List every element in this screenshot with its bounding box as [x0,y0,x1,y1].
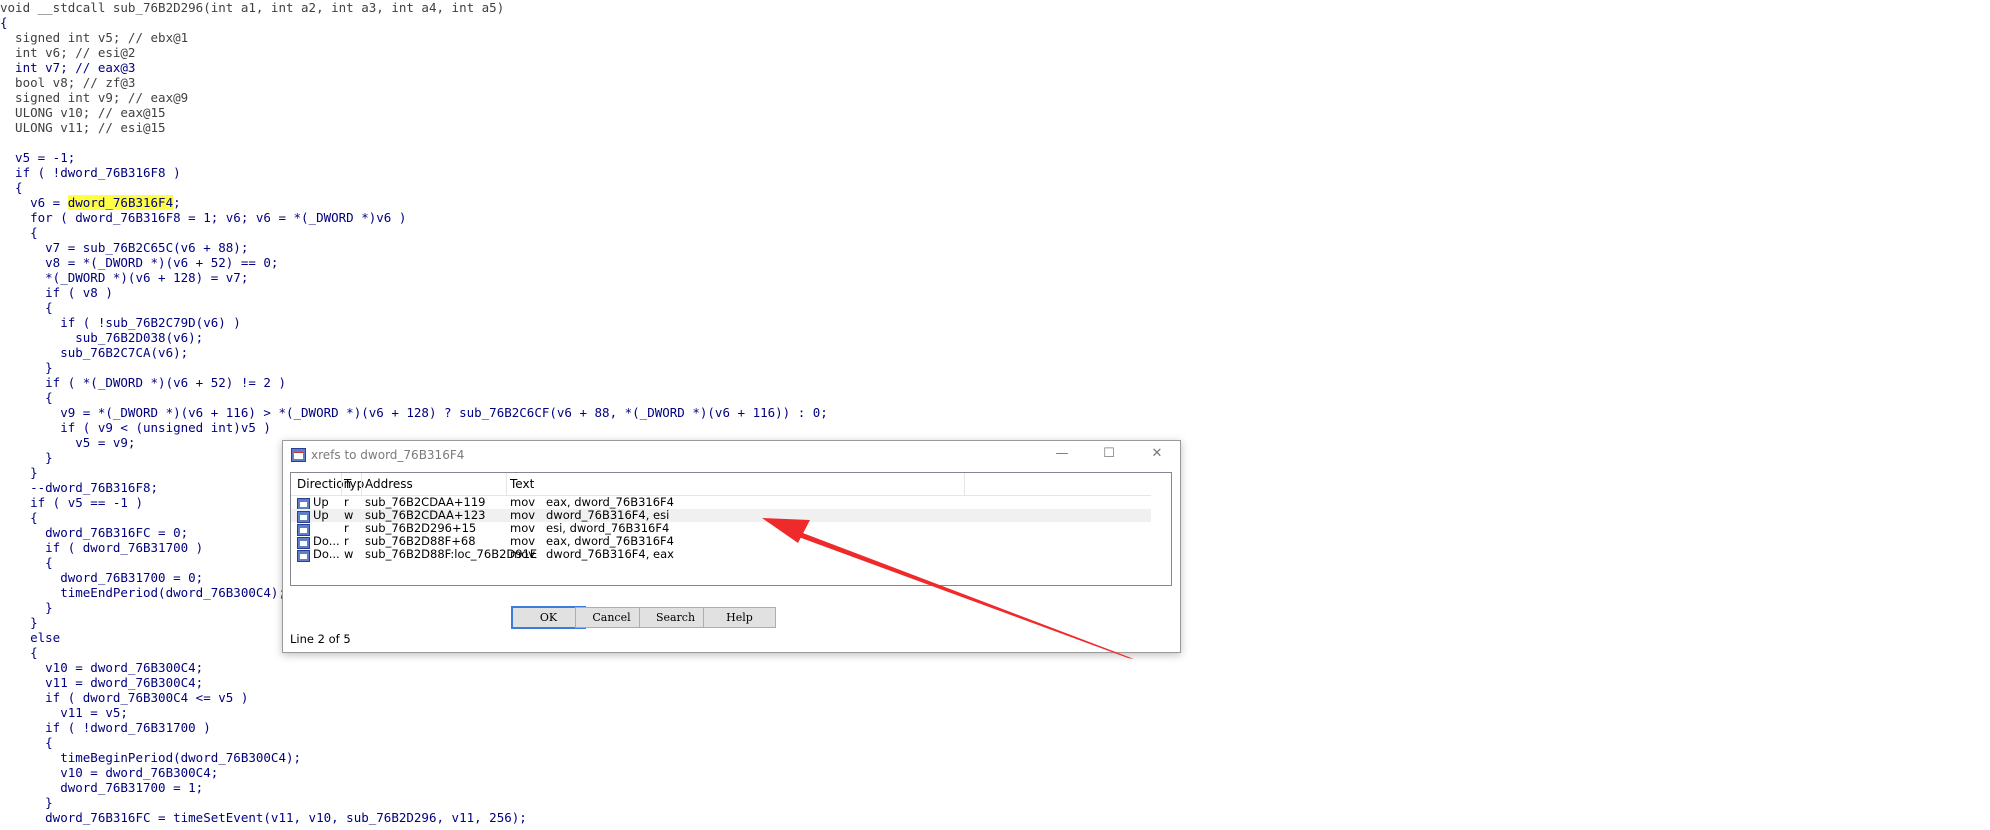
annotation-arrow-icon [762,518,1134,659]
